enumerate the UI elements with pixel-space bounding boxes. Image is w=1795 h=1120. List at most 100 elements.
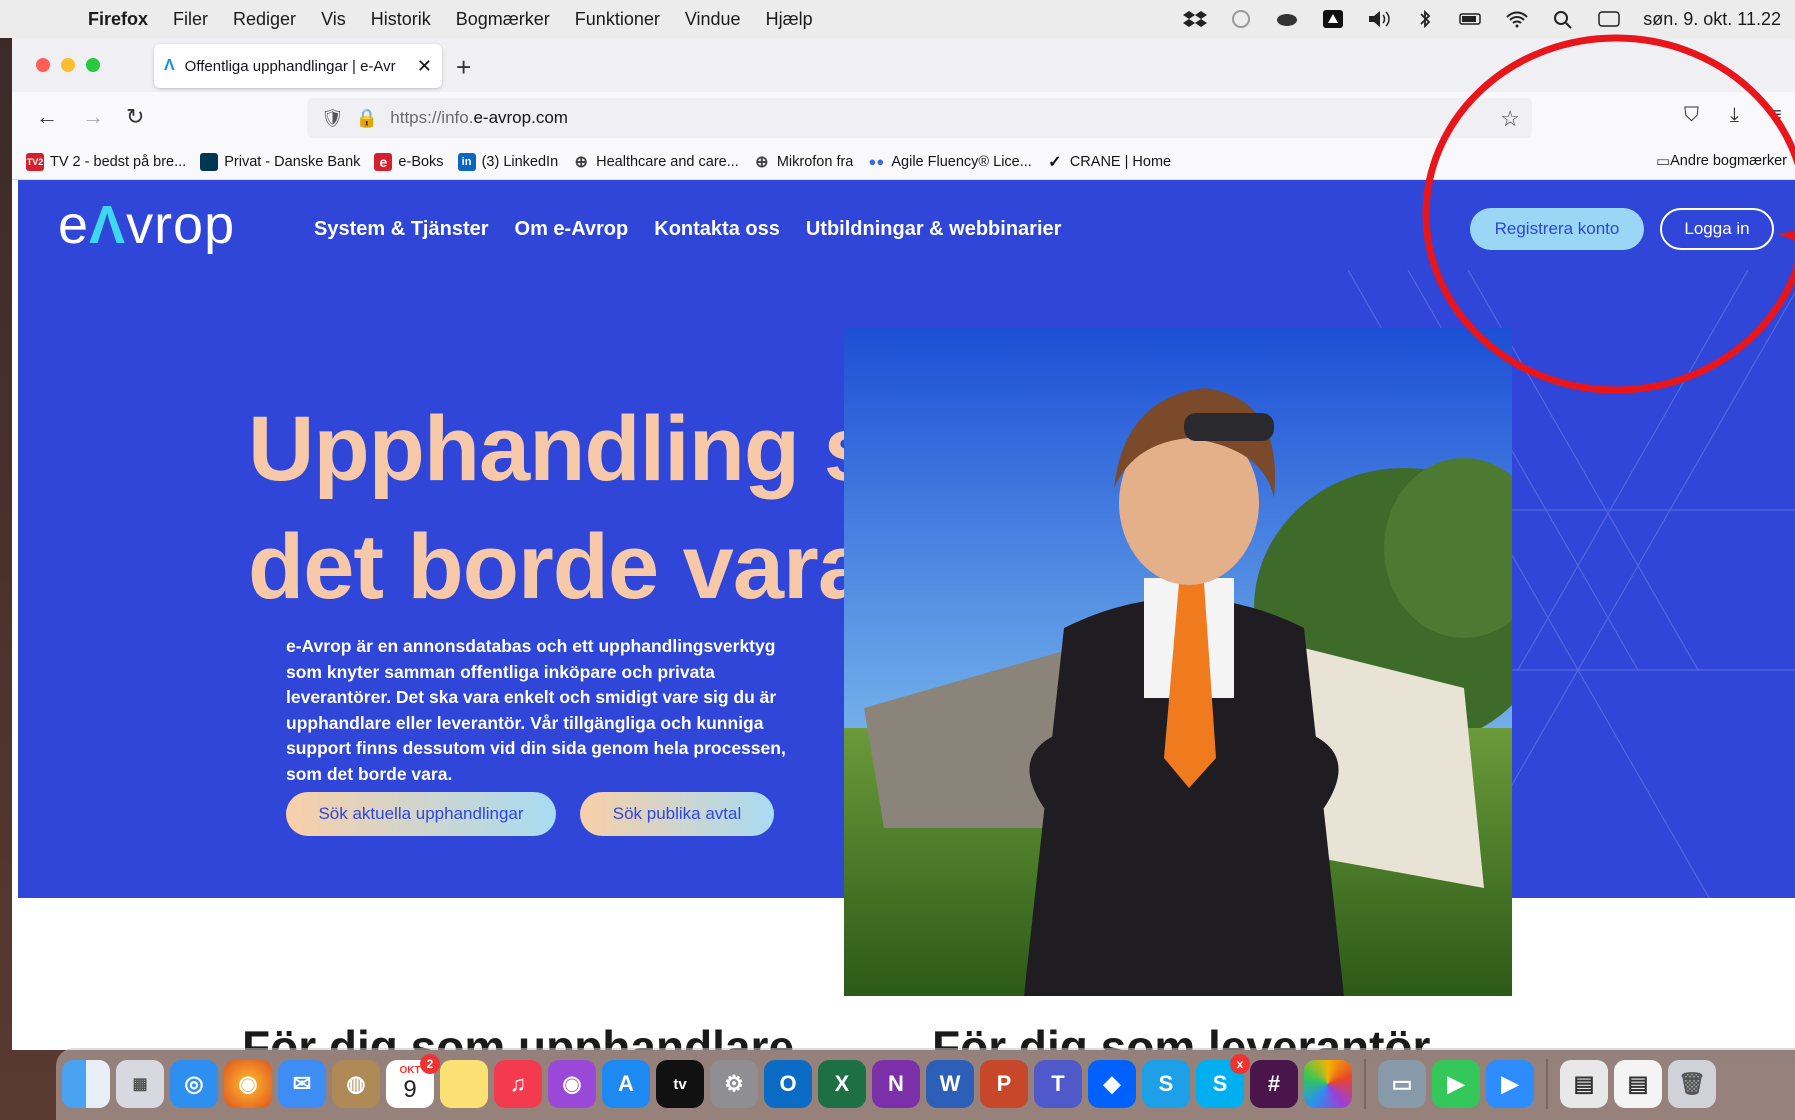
apple-tv-icon[interactable]: tv xyxy=(656,1060,704,1108)
excel-icon[interactable]: X xyxy=(818,1060,866,1108)
reload-icon[interactable]: ↻ xyxy=(126,104,144,130)
back-icon[interactable]: ← xyxy=(36,104,58,130)
music-icon[interactable]: ♫ xyxy=(494,1060,542,1108)
status-area: søn. 9. okt. 11.22 xyxy=(1183,0,1781,38)
lock-icon[interactable]: 🔒 xyxy=(356,108,378,129)
login-button[interactable]: Logga in xyxy=(1660,208,1774,250)
bluetooth-icon[interactable] xyxy=(1413,9,1437,29)
safari-icon[interactable]: ◎ xyxy=(170,1060,218,1108)
downloads-stack-icon[interactable]: ▤ xyxy=(1560,1060,1608,1108)
other-bookmarks[interactable]: ▭ Andre bogmærker xyxy=(1656,152,1787,170)
forward-icon[interactable]: → xyxy=(82,104,104,130)
word-icon[interactable]: W xyxy=(926,1060,974,1108)
menu-clock[interactable]: søn. 9. okt. 11.22 xyxy=(1643,9,1781,30)
menu-history[interactable]: Historik xyxy=(371,9,431,30)
url-prefix: https://info. xyxy=(390,108,474,127)
teams-icon[interactable]: T xyxy=(1034,1060,1082,1108)
volume-icon[interactable] xyxy=(1367,9,1391,29)
dock-separator xyxy=(1546,1059,1548,1109)
menu-edit[interactable]: Rediger xyxy=(233,9,296,30)
dock: ▦ ◎ ◉ ✉ ◍ OKT 9 2 ♫ ◉ A tv ⚙ O X N W P T… xyxy=(56,1048,1795,1120)
close-window-button[interactable] xyxy=(36,58,50,72)
url-bar[interactable]: 🛡 🔒 https://info. e-avrop.com ☆ xyxy=(307,98,1532,138)
navigation-bar: ← → ↻ 🛡 🔒 https://info. e-avrop.com ☆ ⛉ ⤓… xyxy=(12,92,1795,144)
skype-icon[interactable]: Sx xyxy=(1196,1054,1250,1108)
system-preferences-icon[interactable]: ⚙ xyxy=(710,1060,758,1108)
drive-icon[interactable] xyxy=(1321,9,1345,29)
skype-for-business-icon[interactable]: S xyxy=(1142,1060,1190,1108)
bookmark-danske-bank[interactable]: Privat - Danske Bank xyxy=(200,152,361,171)
url-domain: e-avrop.com xyxy=(473,108,568,127)
bookmark-agile-fluency[interactable]: ●● Agile Fluency® Lice... xyxy=(867,153,1032,171)
mail-icon[interactable]: ✉ xyxy=(278,1060,326,1108)
outlook-icon[interactable]: O xyxy=(764,1060,812,1108)
control-center-icon[interactable] xyxy=(1597,9,1621,29)
nav-system-tjanster[interactable]: System & Tjänster xyxy=(314,218,489,241)
minimize-window-button[interactable] xyxy=(61,58,75,72)
menu-help[interactable]: Hjælp xyxy=(766,9,813,30)
register-account-button[interactable]: Registrera konto xyxy=(1470,208,1644,250)
bookmark-star-icon[interactable]: ☆ xyxy=(1500,106,1520,132)
firefox-icon[interactable]: ◉ xyxy=(224,1060,272,1108)
notes-icon[interactable] xyxy=(440,1060,488,1108)
pocket-icon[interactable]: ⛉ xyxy=(1684,104,1699,127)
photos-icon[interactable] xyxy=(1304,1060,1352,1108)
nav-utbildningar[interactable]: Utbildningar & webbinarier xyxy=(806,218,1062,241)
bookmark-label: TV 2 - bedst på bre... xyxy=(50,153,187,170)
bookmark-tv2[interactable]: TV2 TV 2 - bedst på bre... xyxy=(26,152,187,171)
podcasts-icon[interactable]: ◉ xyxy=(548,1060,596,1108)
zoom-icon[interactable]: ▶ xyxy=(1486,1060,1534,1108)
hero-photo xyxy=(844,328,1512,996)
calendar-icon[interactable]: OKT 9 2 xyxy=(386,1054,440,1108)
eavrop-logo[interactable]: eΛvrop xyxy=(58,194,235,256)
battery-icon[interactable] xyxy=(1459,9,1483,29)
search-agreements-button[interactable]: Sök publika avtal xyxy=(580,792,774,836)
finder-icon[interactable] xyxy=(62,1060,110,1108)
menu-file[interactable]: Filer xyxy=(173,9,208,30)
bookmark-label: Privat - Danske Bank xyxy=(224,153,361,170)
folder-icon: ▭ xyxy=(1655,153,1671,170)
dropbox-icon[interactable] xyxy=(1183,9,1208,29)
crane-icon: ✓ xyxy=(1048,153,1062,171)
danske-bank-icon xyxy=(200,152,219,171)
menu-view[interactable]: Vis xyxy=(321,9,346,30)
menu-hamburger-icon[interactable]: ≡ xyxy=(1770,104,1782,127)
facetime-icon[interactable]: ▶ xyxy=(1432,1060,1480,1108)
calendar-day: 9 xyxy=(403,1075,417,1103)
launchpad-icon[interactable]: ▦ xyxy=(116,1060,164,1108)
onenote-icon[interactable]: N xyxy=(872,1060,920,1108)
slack-icon[interactable]: # xyxy=(1250,1060,1298,1108)
bookmarks-bar: TV2 TV 2 - bedst på bre... Privat - Dansk… xyxy=(12,144,1795,180)
bookmark-healthcare[interactable]: ⊕ Healthcare and care... xyxy=(572,153,738,171)
downloads-icon[interactable]: ⤓ xyxy=(1730,104,1739,127)
menu-window[interactable]: Vindue xyxy=(685,9,741,30)
menu-bar: Firefox Filer Rediger Vis Historik Bogmæ… xyxy=(0,0,1795,38)
menu-bookmarks[interactable]: Bogmærker xyxy=(456,9,550,30)
nav-kontakta-oss[interactable]: Kontakta oss xyxy=(654,218,780,241)
shield-icon[interactable]: 🛡 xyxy=(321,108,344,129)
bookmark-linkedin[interactable]: in (3) LinkedIn xyxy=(457,152,558,171)
search-procurements-button[interactable]: Sök aktuella upphandlingar xyxy=(286,792,556,836)
hero-intro: e-Avrop är en annonsdatabas och ett upph… xyxy=(286,636,786,784)
sync-icon[interactable] xyxy=(1229,9,1253,29)
document-stack-icon[interactable]: ▤ xyxy=(1614,1060,1662,1108)
contacts-icon[interactable]: ◍ xyxy=(332,1060,380,1108)
bookmark-mikrofon[interactable]: ⊕ Mikrofon fra xyxy=(753,153,853,171)
powerpoint-icon[interactable]: P xyxy=(980,1060,1028,1108)
menu-app-name[interactable]: Firefox xyxy=(88,9,148,30)
close-tab-icon[interactable]: ✕ xyxy=(417,56,432,77)
dropbox-dock-icon[interactable]: ◆ xyxy=(1088,1060,1136,1108)
nav-om-eavrop[interactable]: Om e-Avrop xyxy=(515,218,629,241)
cloud-icon[interactable] xyxy=(1275,9,1299,29)
tab-active[interactable]: Λ Offentliga upphandlingar | e-Avr ✕ xyxy=(154,44,442,88)
bookmark-crane[interactable]: ✓ CRANE | Home xyxy=(1046,153,1171,171)
bookmark-eboks[interactable]: e e-Boks xyxy=(374,152,444,171)
trash-icon[interactable]: 🗑 xyxy=(1668,1060,1716,1108)
new-tab-button[interactable]: + xyxy=(456,52,471,83)
app-store-icon[interactable]: A xyxy=(602,1060,650,1108)
preview-icon[interactable]: ▭ xyxy=(1378,1060,1426,1108)
menu-tools[interactable]: Funktioner xyxy=(575,9,660,30)
zoom-window-button[interactable] xyxy=(86,58,100,72)
wifi-icon[interactable] xyxy=(1505,9,1529,29)
spotlight-icon[interactable] xyxy=(1551,9,1575,29)
